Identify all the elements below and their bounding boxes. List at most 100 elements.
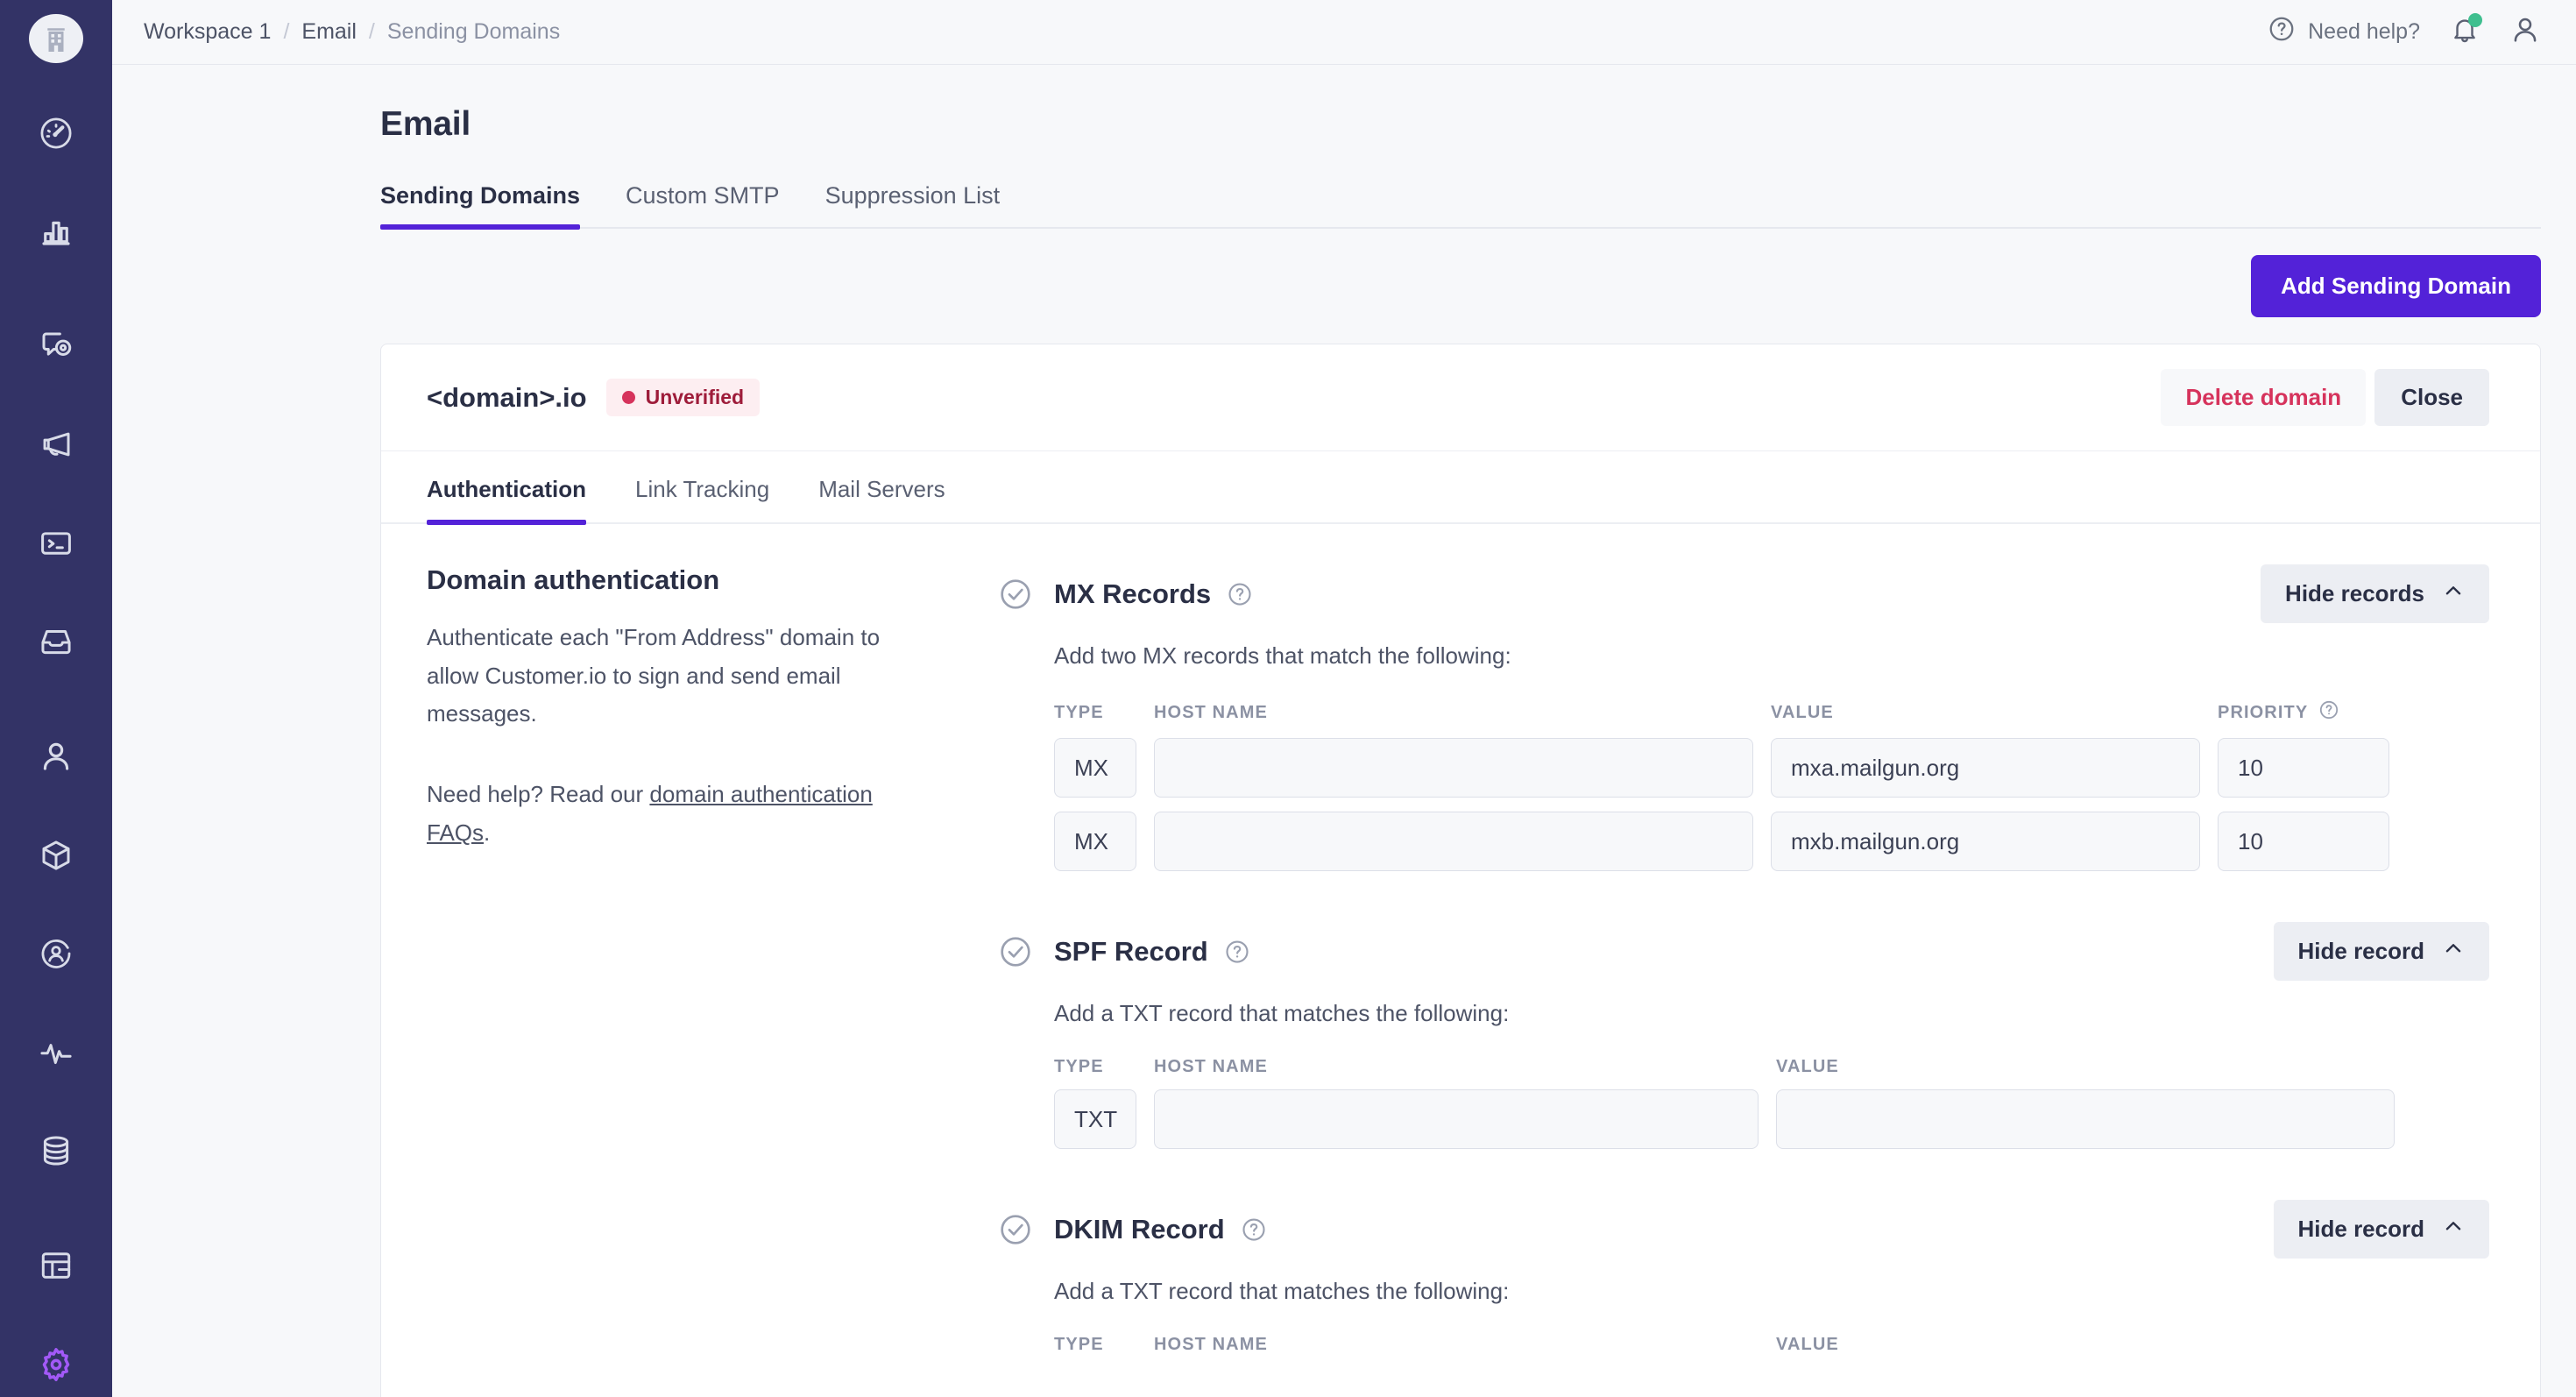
need-help-button[interactable]: Need help? [2268,15,2420,49]
tab-custom-smtp[interactable]: Custom SMTP [603,182,803,227]
spf-record-toggle-wrap: Hide record [2273,922,2489,981]
mx-row-1-host-field[interactable] [1154,738,1753,798]
user-avatar-icon [2509,18,2541,49]
spf-record-description: Add a TXT record that matches the follow… [1054,1000,1510,1026]
spf-record-column-headers: TYPE HOST NAME VALUE [1054,1057,2489,1089]
workspace-logo-button[interactable] [29,14,83,64]
breadcrumb-workspace[interactable]: Workspace 1 [144,19,271,45]
question-circle-icon[interactable] [1241,1216,1267,1243]
breadcrumb-sending-domains: Sending Domains [386,19,561,44]
hide-mx-records-button[interactable]: Hide records [2261,564,2489,623]
breadcrumb-separator: / [368,19,375,44]
cube-icon [38,837,74,874]
column-header-type: TYPE [1054,1057,1104,1076]
add-sending-domain-button[interactable]: Add Sending Domain [2251,255,2541,317]
domain-card-header: <domain>.io Unverified Delete domain Clo… [381,344,2540,451]
mx-row-1-value-field[interactable]: mxa.mailgun.org [1771,738,2200,798]
column-header-host-name: HOST NAME [1154,702,1268,722]
megaphone-icon [38,426,74,463]
domain-authentication-paragraph: Authenticate each "From Address" domain … [427,624,881,727]
sidebar-item-settings[interactable] [0,1332,112,1397]
mx-row-2-host-field[interactable] [1154,812,1753,871]
sidebar-item-broadcasts[interactable] [0,412,112,477]
question-circle-icon [2268,15,2296,49]
spf-row-host-field[interactable] [1154,1089,1759,1149]
inbox-icon [38,623,74,660]
mx-row-2-priority-field[interactable]: 10 [2218,812,2389,871]
question-circle-icon[interactable] [1224,939,1250,965]
dkim-record-toggle-wrap: Hide record [2273,1200,2489,1259]
mx-row-1-priority-field[interactable]: 10 [2218,738,2389,798]
tab-suppression-list[interactable]: Suppression List [803,182,1023,227]
spf-row-value-field[interactable] [1776,1089,2395,1149]
sidebar-item-layouts[interactable] [0,1233,112,1298]
mx-row-2-type-field[interactable]: MX [1054,812,1136,871]
dns-records-column: MX Records Hide records Add two MX recor… [961,564,2489,1397]
domain-authentication-heading: Domain authentication [427,564,720,595]
page-content: Email Sending Domains Custom SMTP Suppre… [112,65,2576,1397]
mx-records-toggle-wrap: Hide records [2261,564,2489,623]
delete-domain-button[interactable]: Delete domain [2161,369,2367,426]
page-actions: Add Sending Domain [380,255,2541,317]
dkim-record-column-headers: TYPE HOST NAME VALUE [1054,1335,2489,1367]
check-circle-icon [998,934,1054,969]
mx-records-header: MX Records Hide records [998,564,2489,623]
spf-record-title: SPF Record [1054,935,1208,967]
hide-mx-records-label: Hide records [2285,580,2424,606]
column-header-priority-label: PRIORITY [2218,702,2309,722]
sidebar-item-transactional[interactable] [0,511,112,576]
top-bar-actions: Need help? [2268,13,2541,50]
close-button[interactable]: Close [2374,369,2489,426]
table-row: MX mxb.mailgun.org 10 [1054,812,2489,871]
domain-card: <domain>.io Unverified Delete domain Clo… [380,344,2541,1397]
tab-link-tracking[interactable]: Link Tracking [611,451,794,522]
check-circle-icon [998,1212,1054,1247]
spf-row-type-field[interactable]: TXT [1054,1089,1136,1149]
dkim-record-title: DKIM Record [1054,1213,1225,1245]
breadcrumb-email[interactable]: Email [301,19,357,45]
top-bar: Workspace 1 / Email / Sending Domains Ne… [112,0,2576,65]
status-badge-label: Unverified [645,386,745,408]
tab-authentication[interactable]: Authentication [427,451,611,525]
mx-records-section: MX Records Hide records Add two MX recor… [998,564,2489,871]
sidebar-item-activity[interactable] [0,1020,112,1085]
authentication-panel: Domain authentication Authenticate each … [381,524,2540,1397]
dkim-record-header: DKIM Record Hide record [998,1200,2489,1259]
tab-sending-domains[interactable]: Sending Domains [380,182,603,230]
mx-records-description: Add two MX records that match the follow… [1054,642,1511,669]
hide-dkim-record-button[interactable]: Hide record [2273,1200,2489,1259]
user-circle-icon [38,935,74,972]
spf-record-section: SPF Record Hide record Add a TXT record … [998,922,2489,1149]
sidebar-item-newsletters[interactable] [0,609,112,674]
column-header-value: VALUE [1776,1057,1839,1076]
chevron-up-icon [2442,579,2465,608]
mx-row-2-value-field[interactable]: mxb.mailgun.org [1771,812,2200,871]
column-header-value: VALUE [1776,1335,1839,1354]
sidebar-item-segments[interactable] [0,921,112,986]
tab-mail-servers[interactable]: Mail Servers [794,451,969,522]
page-title: Email [380,105,471,143]
sidebar-item-people[interactable] [0,724,112,789]
notification-dot [2468,13,2482,27]
mx-records-column-headers: TYPE HOST NAME VALUE PRIORITY [1054,699,2489,738]
sidebar-item-analytics[interactable] [0,199,112,264]
sidebar-item-campaigns[interactable] [0,314,112,379]
domain-card-tabs: Authentication Link Tracking Mail Server… [381,451,2540,525]
domain-card-actions: Delete domain Close [2161,369,2489,426]
sidebar-item-objects[interactable] [0,823,112,888]
column-header-host-name: HOST NAME [1154,1057,1268,1076]
activity-pulse-icon [38,1034,74,1071]
avatar[interactable] [2509,14,2541,50]
check-circle-icon [998,577,1054,612]
hide-spf-record-button[interactable]: Hide record [2273,922,2489,981]
message-target-icon [38,328,74,365]
sidebar-item-data[interactable] [0,1118,112,1183]
question-circle-icon[interactable] [2318,699,2339,726]
dkim-record-table: TYPE HOST NAME VALUE [1054,1335,2489,1367]
sidebar-item-dashboard[interactable] [0,100,112,165]
mx-records-title: MX Records [1054,578,1212,609]
database-icon [38,1132,74,1169]
mx-row-1-type-field[interactable]: MX [1054,738,1136,798]
question-circle-icon[interactable] [1227,581,1253,607]
notifications-button[interactable] [2450,13,2482,49]
